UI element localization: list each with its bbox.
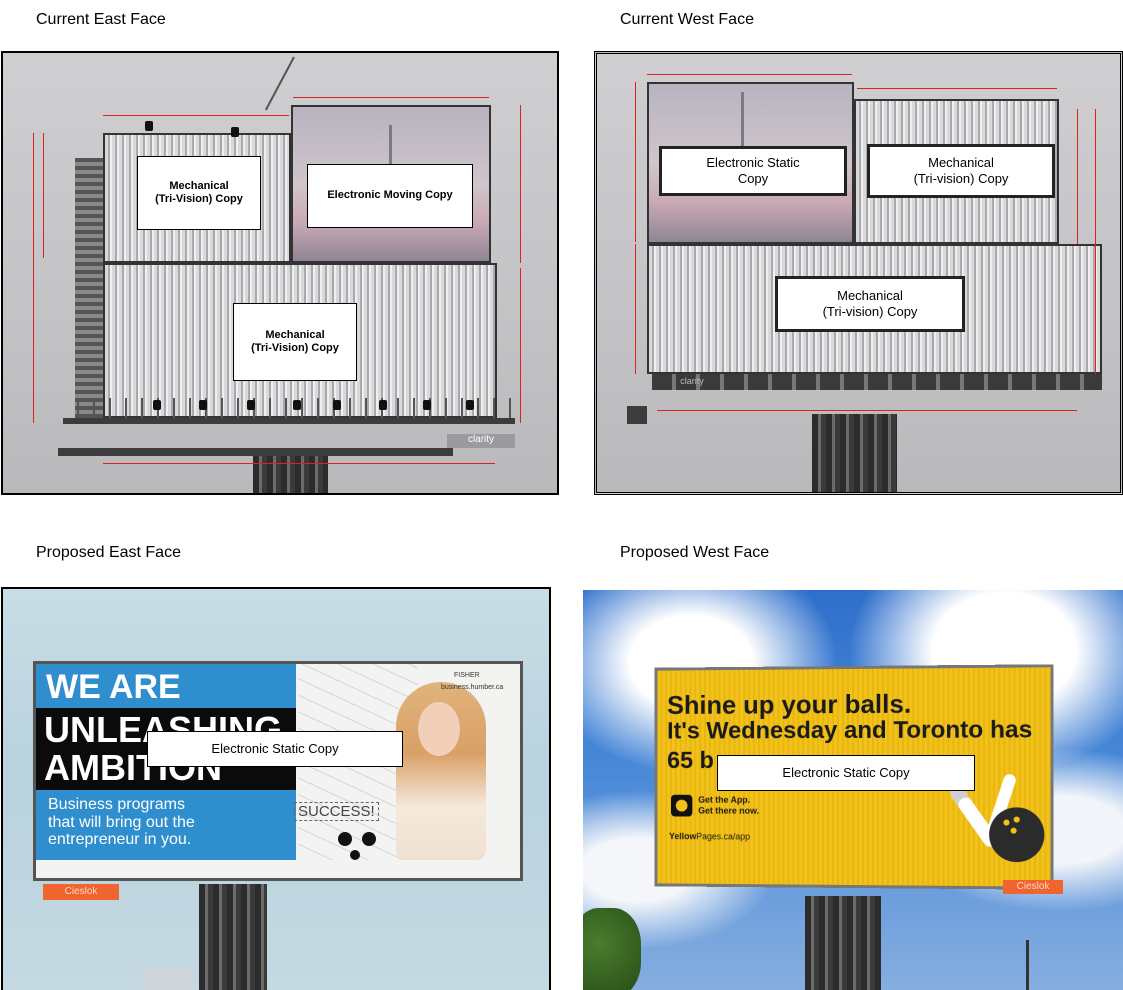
- label-electronic-static: Electronic Static Copy: [717, 755, 975, 791]
- billboard-pole: [199, 884, 267, 990]
- proposed-east-photo: WE ARE UNLEASHING AMBITION Business prog…: [1, 587, 551, 990]
- ad-logo: FISHER: [454, 672, 480, 679]
- brand-tag: clarity: [680, 376, 704, 386]
- caption-proposed-east: Proposed East Face: [36, 544, 181, 561]
- brand-tag: Cieslok: [1003, 880, 1063, 894]
- ad-success: SUCCESS!: [294, 802, 379, 821]
- caption-proposed-west: Proposed West Face: [620, 544, 770, 561]
- ad-url-rest: Pages.ca/app: [696, 831, 751, 842]
- caption-current-west: Current West Face: [620, 11, 754, 28]
- ad-cta: Get the App. Get there now.: [698, 794, 760, 816]
- label-mechanical-bottom: Mechanical (Tri-Vision) Copy: [233, 303, 357, 381]
- billboard-pole: [805, 896, 881, 990]
- brand-tag: Cieslok: [43, 884, 119, 900]
- ad-headline-1: WE ARE: [46, 668, 181, 706]
- proposed-west-photo: Shine up your balls. It's Wednesday and …: [583, 590, 1123, 990]
- bowling-ball-icon: [989, 807, 1045, 863]
- app-icon: [670, 794, 693, 817]
- ad-headline-3: 65 b: [667, 747, 714, 775]
- current-east-photo: clarity Mechanical (Tri-Vision) Copy Ele…: [1, 51, 559, 495]
- label-mechanical-bottom: Mechanical (Tri-vision) Copy: [775, 276, 965, 332]
- ad-headline-2: It's Wednesday and Toronto has: [667, 716, 1033, 745]
- label-mechanical-top-left: Mechanical (Tri-Vision) Copy: [137, 156, 261, 230]
- current-west-photo: clarity Electronic Static Copy Mechanica…: [594, 51, 1123, 495]
- ad-url-brand: Yellow: [669, 831, 697, 842]
- ad-headline-1: Shine up your balls.: [667, 688, 912, 720]
- label-electronic-static: Electronic Static Copy: [659, 146, 847, 196]
- caption-current-east: Current East Face: [36, 11, 166, 28]
- billboard-pole: [812, 414, 897, 492]
- label-electronic-static: Electronic Static Copy: [147, 731, 403, 767]
- ad-url: business.humber.ca: [441, 684, 504, 691]
- ad-body: Business programs that will bring out th…: [48, 796, 195, 849]
- label-mechanical-top-right: Mechanical (Tri-vision) Copy: [867, 144, 1055, 198]
- label-electronic-moving: Electronic Moving Copy: [307, 164, 473, 228]
- brand-tag: clarity: [447, 434, 515, 448]
